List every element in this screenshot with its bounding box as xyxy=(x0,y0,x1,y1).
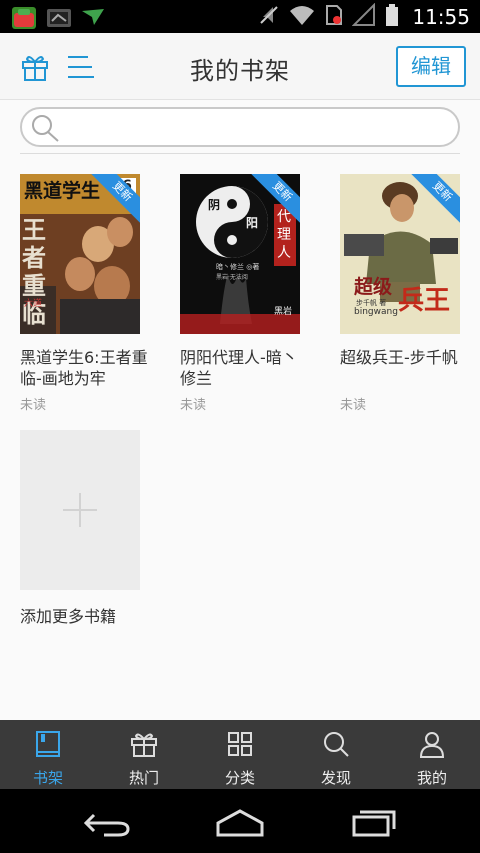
divider xyxy=(20,153,460,154)
edit-button[interactable]: 编辑 xyxy=(396,46,466,87)
cover-title-line1: 超级 xyxy=(354,276,393,298)
tab-bookshelf[interactable]: 书架 xyxy=(0,720,96,789)
user-icon xyxy=(418,730,446,762)
bottom-tab-bar: 书架 热门 分类 发现 我的 xyxy=(0,720,480,789)
bookshelf-icon xyxy=(35,730,61,762)
grid-icon xyxy=(226,730,254,762)
book-cover[interactable]: 超级 兵王 步千帆 著 bingwang 更新 xyxy=(340,174,460,334)
read-status: 未读 xyxy=(20,398,47,413)
clock: 11:55 xyxy=(412,5,470,29)
cover-yang: 阳 xyxy=(246,216,259,230)
tab-label: 热门 xyxy=(128,769,159,787)
cover-author: 六道 xyxy=(24,299,43,309)
search-input[interactable] xyxy=(20,107,460,147)
back-icon[interactable] xyxy=(83,809,132,841)
app-header: 我的书架 编辑 xyxy=(0,33,480,100)
read-status: 未读 xyxy=(180,398,207,413)
book-cover[interactable]: 阴 阳 代理人 暗丶修兰 ◎著 黑岩·无法阅 黑岩 更新 xyxy=(180,174,300,334)
cover-title-line2: 兵王 xyxy=(398,286,451,316)
search-icon xyxy=(322,730,350,762)
search-icon xyxy=(28,113,62,147)
plus-icon xyxy=(63,493,97,531)
tab-hot[interactable]: 热门 xyxy=(96,720,192,789)
signal-icon xyxy=(351,2,376,31)
home-icon[interactable] xyxy=(214,809,266,841)
cover-title-line2: 王者重临 xyxy=(22,216,46,328)
tab-label: 我的 xyxy=(416,769,447,787)
book-title[interactable]: 超级兵王-步千帆 xyxy=(340,347,470,368)
book-title[interactable]: 阴阳代理人-暗丶修兰 xyxy=(180,347,310,389)
add-book-label[interactable]: 添加更多书籍 xyxy=(20,603,116,627)
cover-logo: 黑岩 xyxy=(274,307,293,317)
book-cover[interactable]: 黑道学生 6 王者重临 六道 更新 xyxy=(20,174,140,334)
gift-icon xyxy=(130,730,158,762)
add-book-button[interactable] xyxy=(20,430,140,590)
tab-mine[interactable]: 我的 xyxy=(384,720,480,789)
recent-apps-icon[interactable] xyxy=(350,809,398,841)
tab-label: 发现 xyxy=(320,769,351,787)
sim-icon xyxy=(324,3,344,31)
tab-label: 书架 xyxy=(32,769,63,787)
app-notification-icon xyxy=(12,7,36,29)
cover-brand: bingwang xyxy=(354,307,398,317)
mute-icon xyxy=(258,3,280,31)
cover-subtitle: 黑岩·无法阅 xyxy=(216,274,248,281)
status-bar: 11:55 xyxy=(0,0,480,33)
wifi-icon xyxy=(288,3,316,31)
cover-vertical-title: 代理人 xyxy=(277,209,291,261)
tab-label: 分类 xyxy=(224,769,255,787)
cover-author: 暗丶修兰 ◎著 xyxy=(216,263,260,271)
book-title[interactable]: 黑道学生6:王者重临-画地为牢 xyxy=(20,347,150,389)
send-notification-icon xyxy=(80,5,106,31)
read-status: 未读 xyxy=(340,398,367,413)
screen-notification-icon xyxy=(46,7,71,29)
tab-category[interactable]: 分类 xyxy=(192,720,288,789)
system-nav-bar xyxy=(0,789,480,853)
tab-discover[interactable]: 发现 xyxy=(288,720,384,789)
cover-yin: 阴 xyxy=(208,198,221,212)
battery-icon xyxy=(384,3,400,31)
cover-title-line1: 黑道学生 xyxy=(24,180,101,202)
